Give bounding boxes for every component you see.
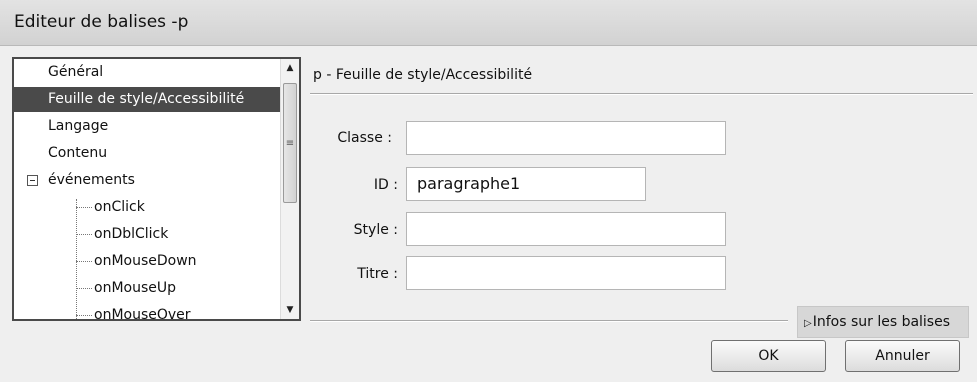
tree-item-events[interactable]: événements — [14, 168, 280, 193]
tag-info-toggle[interactable]: ▷Infos sur les balises — [797, 306, 969, 338]
tree-child-label: onMouseDown — [94, 253, 197, 269]
window-title: Editeur de balises -p — [14, 12, 189, 32]
tree-child-label: onClick — [94, 199, 145, 215]
tree-child-ondblclick[interactable]: onDblClick — [14, 222, 280, 247]
grip-icon: ≡ — [285, 137, 295, 149]
tree-connector — [76, 288, 92, 289]
style-input[interactable] — [406, 212, 726, 246]
titre-label: Titre : — [357, 266, 398, 282]
style-label: Style : — [353, 222, 398, 238]
tree-child-onmousedown[interactable]: onMouseDown — [14, 249, 280, 274]
scrollbar-thumb[interactable]: ≡ — [283, 83, 297, 203]
scroll-down-icon[interactable]: ▼ — [281, 301, 299, 319]
tree-item-events-label: événements — [48, 172, 135, 188]
tree-vertical-connector — [76, 199, 77, 319]
section-title: p - Feuille de style/Accessibilité — [313, 67, 533, 83]
tree-connector — [76, 234, 92, 235]
expand-triangle-icon: ▷ — [804, 318, 812, 329]
tree-connector — [76, 315, 92, 316]
classe-label: Classe : — [337, 130, 392, 146]
tree-item-language[interactable]: Langage — [14, 114, 280, 139]
id-input[interactable]: paragraphe1 — [406, 167, 646, 201]
classe-input[interactable] — [406, 121, 726, 155]
scroll-up-icon[interactable]: ▲ — [281, 59, 299, 77]
tree-child-label: onDblClick — [94, 226, 169, 242]
tree-child-onmouseover[interactable]: onMouseOver — [14, 303, 280, 319]
tree-connector — [76, 207, 92, 208]
tree-item-content[interactable]: Contenu — [14, 141, 280, 166]
tree-child-onclick[interactable]: onClick — [14, 195, 280, 220]
tree-child-label: onMouseUp — [94, 280, 176, 296]
section-divider — [310, 93, 973, 95]
ok-button[interactable]: OK — [711, 340, 826, 372]
tag-info-label: Infos sur les balises — [812, 314, 951, 330]
tree-child-label: onMouseOver — [94, 307, 191, 319]
category-tree[interactable]: Général Feuille de style/Accessibilité L… — [12, 57, 301, 321]
tree-item-general[interactable]: Général — [14, 60, 280, 85]
tree-connector — [76, 261, 92, 262]
title-bar[interactable]: Editeur de balises -p — [0, 0, 977, 46]
tag-editor-dialog: Editeur de balises -p Général Feuille de… — [0, 0, 977, 382]
footer-divider — [310, 320, 788, 322]
tree-scrollbar[interactable]: ▲ ≡ ▼ — [280, 59, 299, 319]
id-label: ID : — [373, 177, 398, 193]
tree-item-stylesheet-accessibility[interactable]: Feuille de style/Accessibilité — [14, 87, 280, 112]
collapse-icon[interactable] — [27, 175, 38, 186]
cancel-button[interactable]: Annuler — [845, 340, 960, 372]
titre-input[interactable] — [406, 256, 726, 290]
tree-child-onmouseup[interactable]: onMouseUp — [14, 276, 280, 301]
category-tree-list: Général Feuille de style/Accessibilité L… — [14, 59, 282, 319]
